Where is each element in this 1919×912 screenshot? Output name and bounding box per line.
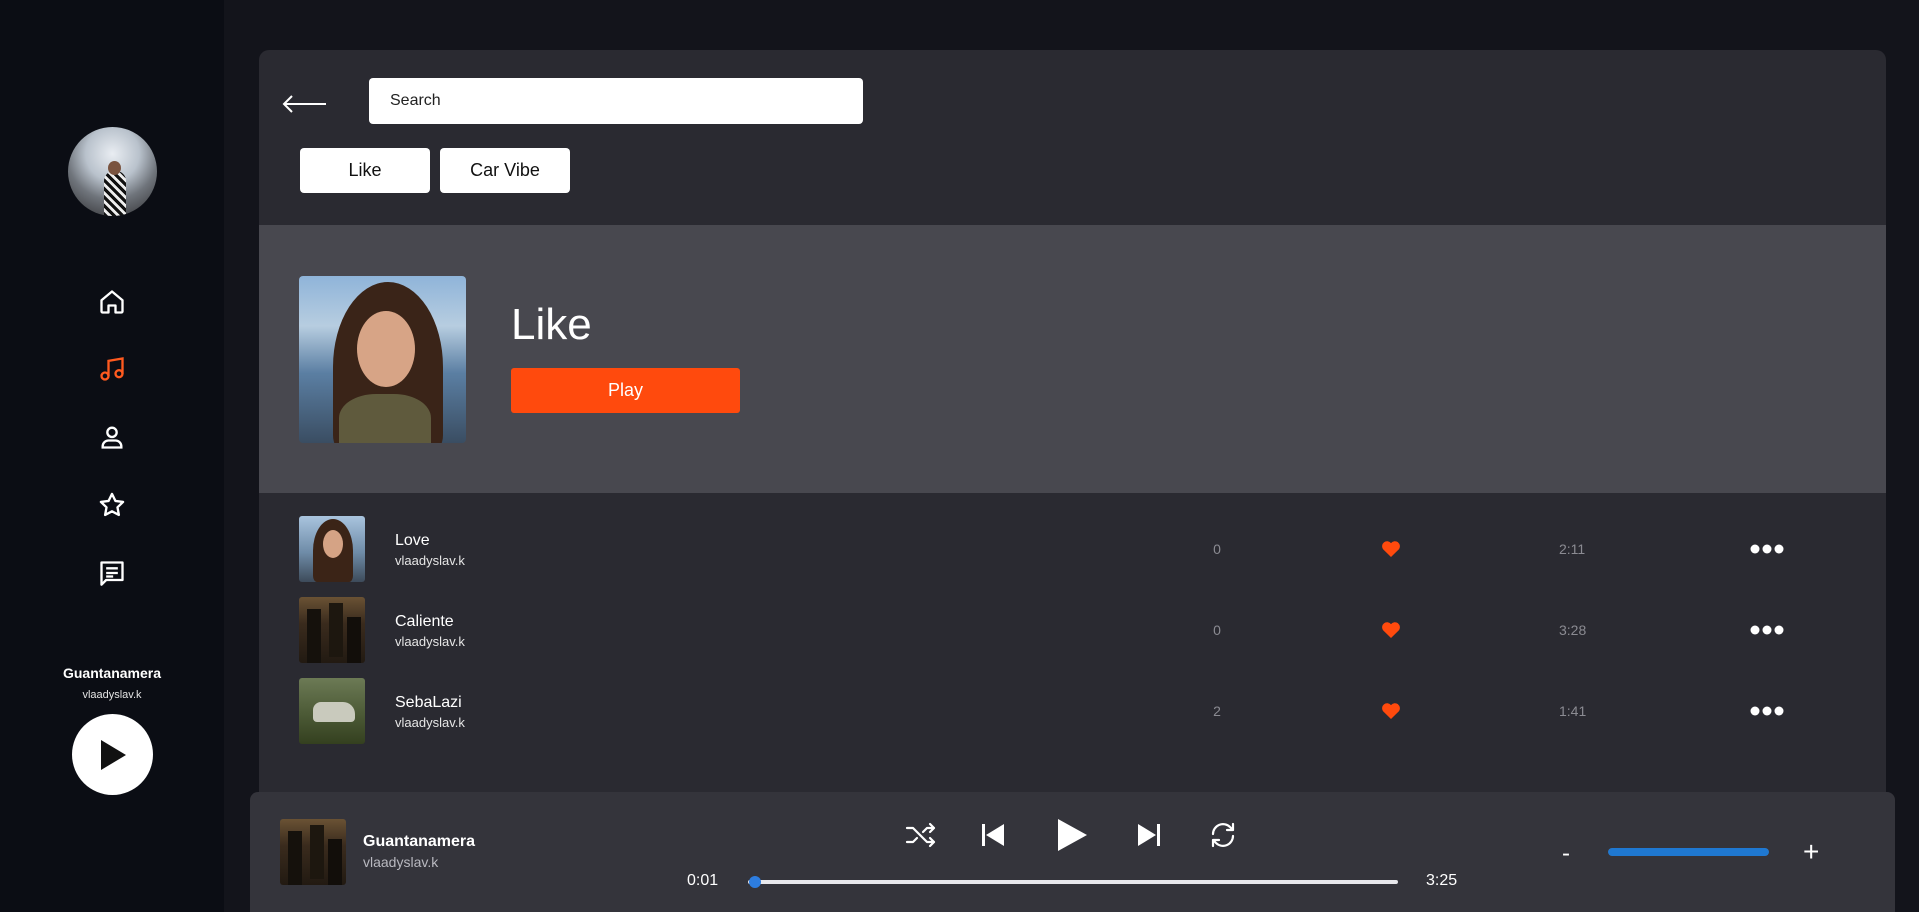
track-row[interactable]: Love vlaadyslav.k 0 2:11 [259, 516, 1886, 582]
search-input[interactable] [369, 78, 863, 124]
track-thumbnail [299, 516, 365, 582]
track-thumbnail [299, 678, 365, 744]
more-options-icon[interactable] [1750, 625, 1784, 635]
heart-icon[interactable] [1381, 621, 1401, 639]
total-time: 3:25 [1426, 872, 1458, 889]
cover-portrait-face [357, 311, 415, 387]
playlist-play-button[interactable]: Play [511, 368, 740, 413]
track-thumbnail [299, 597, 365, 663]
player-bar: Guantanamera vlaadyslav.k 0:01 3:25 - + [250, 792, 1895, 912]
track-row[interactable]: Caliente vlaadyslav.k 0 3:28 [259, 597, 1886, 663]
home-icon[interactable] [97, 287, 127, 317]
repeat-icon [1211, 822, 1235, 848]
shuffle-icon [905, 822, 936, 848]
elapsed-time: 0:01 [687, 872, 719, 889]
sidebar-play-button[interactable] [72, 714, 153, 795]
user-icon[interactable] [97, 422, 127, 452]
track-artist: vlaadyslav.k [395, 634, 465, 649]
track-count: 0 [1213, 541, 1221, 557]
play-icon [1058, 819, 1087, 851]
volume-fill [1608, 848, 1769, 856]
track-title: SebaLazi [395, 694, 462, 711]
player-track-title: Guantanamera [363, 833, 476, 850]
avatar[interactable] [68, 127, 157, 216]
chip-car-vibe[interactable]: Car Vibe [440, 148, 570, 193]
sidebar: Guantanamera vlaadyslav.k [0, 0, 224, 912]
track-count: 0 [1213, 622, 1221, 638]
volume-up-button[interactable]: + [1803, 836, 1819, 868]
main-panel: Like Car Vibe Like Play Love vlaadyslav.… [259, 50, 1886, 912]
sidebar-track-title: Guantanamera [62, 665, 162, 681]
player-thumbnail [280, 819, 346, 885]
track-duration: 1:41 [1559, 703, 1587, 719]
track-title: Love [395, 532, 430, 549]
previous-button[interactable] [980, 816, 1006, 854]
repeat-button[interactable] [1206, 816, 1240, 854]
chip-like[interactable]: Like [300, 148, 430, 193]
music-icon[interactable] [97, 354, 127, 384]
track-artist: vlaadyslav.k [395, 715, 465, 730]
previous-icon [982, 824, 1004, 846]
volume-down-button[interactable]: - [1562, 840, 1570, 868]
progress-handle[interactable] [748, 876, 761, 888]
back-arrow-icon[interactable] [280, 92, 328, 116]
progress-slider[interactable] [748, 876, 1398, 888]
player-track-artist: vlaadyslav.k [363, 854, 439, 870]
more-options-icon[interactable] [1750, 706, 1784, 716]
heart-icon[interactable] [1381, 702, 1401, 720]
volume-slider[interactable] [1608, 848, 1769, 856]
track-duration: 2:11 [1559, 541, 1586, 557]
chat-icon[interactable] [97, 558, 127, 588]
avatar-head [108, 161, 121, 175]
more-options-icon[interactable] [1750, 544, 1784, 554]
shuffle-button[interactable] [904, 816, 938, 854]
next-icon [1138, 824, 1160, 846]
track-artist: vlaadyslav.k [395, 553, 465, 568]
avatar-figure [104, 171, 126, 216]
cover-portrait-top [339, 394, 431, 443]
star-icon[interactable] [97, 490, 127, 520]
play-button[interactable] [1055, 816, 1089, 854]
next-button[interactable] [1136, 816, 1162, 854]
heart-icon[interactable] [1381, 540, 1401, 558]
track-duration: 3:28 [1559, 622, 1587, 638]
playlist-header: Like Play [259, 225, 1886, 493]
playlist-cover [299, 276, 466, 443]
track-title: Caliente [395, 613, 454, 630]
play-icon [100, 739, 126, 770]
track-count: 2 [1213, 703, 1221, 719]
track-row[interactable]: SebaLazi vlaadyslav.k 2 1:41 [259, 678, 1886, 744]
sidebar-track-artist: vlaadyslav.k [82, 689, 142, 701]
playlist-title: Like [511, 300, 592, 349]
